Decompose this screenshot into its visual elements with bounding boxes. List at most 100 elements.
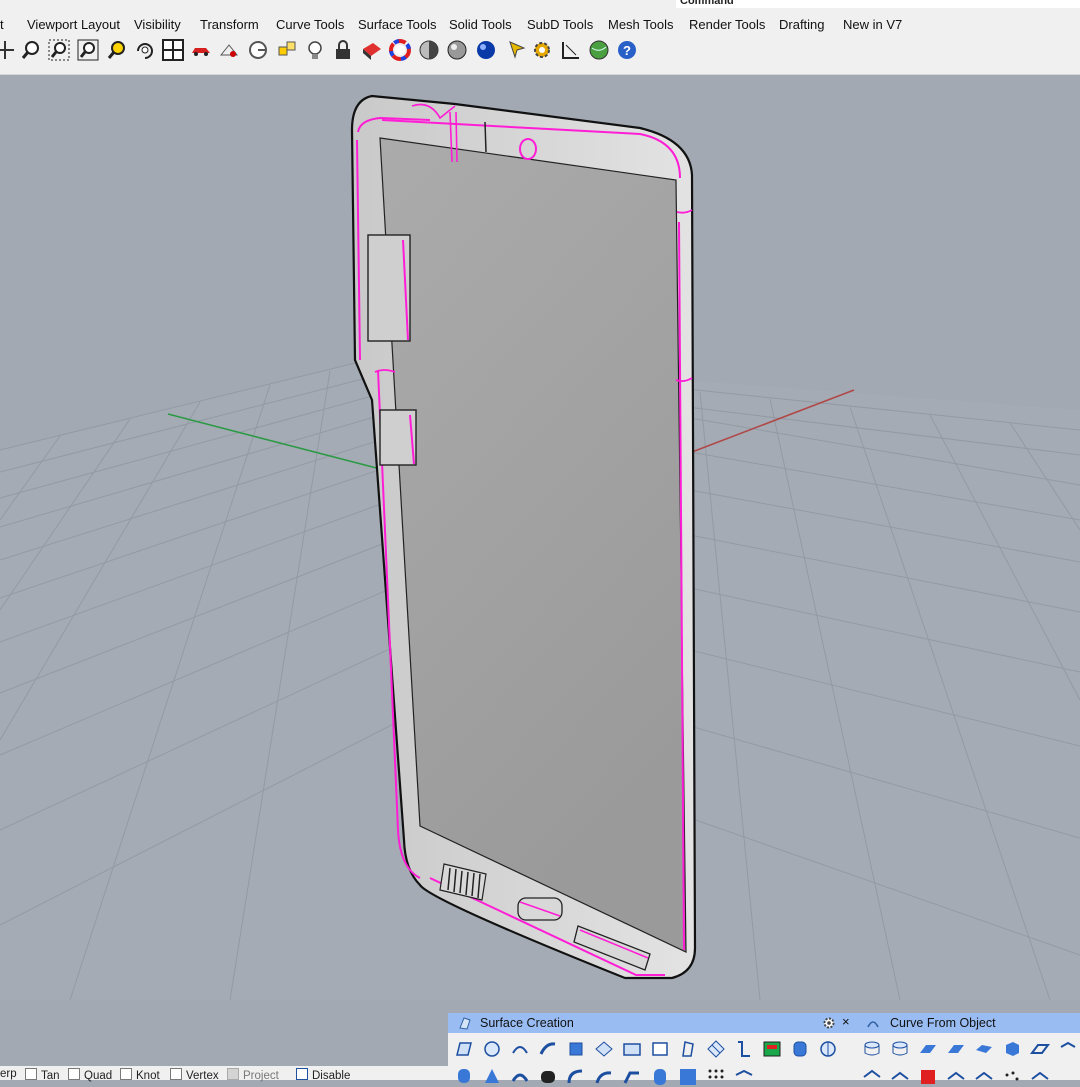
project-curve-icon[interactable]	[918, 1039, 938, 1059]
revolve-icon[interactable]	[818, 1039, 838, 1059]
zoom-icon[interactable]	[20, 39, 42, 61]
pointer-icon[interactable]	[506, 39, 528, 61]
cone-surface-icon[interactable]	[482, 1067, 502, 1087]
tab-layout[interactable]: t	[0, 8, 4, 35]
zoom-selected-icon[interactable]	[106, 39, 128, 61]
network-surface-icon[interactable]	[706, 1039, 726, 1059]
offset-surface-icon[interactable]	[594, 1067, 614, 1087]
duplicate-edge-icon[interactable]	[862, 1039, 882, 1059]
checkbox[interactable]	[227, 1068, 239, 1080]
power-button-cutout	[379, 409, 417, 466]
surface-creation-panel-header[interactable]: Surface Creation ×	[448, 1013, 858, 1033]
checkbox[interactable]	[120, 1068, 132, 1080]
dimension-icon[interactable]	[560, 39, 582, 61]
car-icon[interactable]	[190, 39, 212, 61]
extract-wireframe-icon[interactable]	[974, 1067, 994, 1087]
section-icon[interactable]	[1002, 1039, 1022, 1059]
rail-revolve-icon[interactable]	[510, 1067, 530, 1087]
point-grid-icon[interactable]	[706, 1067, 726, 1087]
checkbox[interactable]	[68, 1068, 80, 1080]
drape-icon[interactable]	[734, 1067, 754, 1087]
split-curve-icon[interactable]	[1030, 1067, 1050, 1087]
pan-icon[interactable]	[0, 39, 16, 61]
tab-subd-tools[interactable]: SubD Tools	[527, 8, 593, 35]
silhouette-icon[interactable]	[1030, 1039, 1050, 1059]
edge-surface-icon[interactable]	[678, 1039, 698, 1059]
checkbox[interactable]	[296, 1068, 308, 1080]
surface-creation-toolbar	[448, 1033, 858, 1085]
osnap-bar: erp Tan Quad Knot Vertex Project Disable	[0, 1066, 448, 1082]
osnap-label: Tan	[41, 1070, 60, 1082]
tab-surface-tools[interactable]: Surface Tools	[358, 8, 437, 35]
patch-icon[interactable]	[734, 1039, 754, 1059]
blend-surface-icon[interactable]	[538, 1067, 558, 1087]
zoom-extents-icon[interactable]	[77, 39, 99, 61]
color-wheel-icon[interactable]	[389, 39, 411, 61]
mesh-patch-icon[interactable]	[678, 1067, 698, 1087]
tab-drafting[interactable]: Drafting	[779, 8, 825, 35]
curve-from-object-panel-header[interactable]: Curve From Object	[858, 1013, 1080, 1033]
tab-transform[interactable]: Transform	[200, 8, 259, 35]
main-toolbar: ?	[0, 35, 1080, 75]
planar-surface-icon[interactable]	[594, 1039, 614, 1059]
layer-icon[interactable]	[276, 39, 298, 61]
heightfield-icon[interactable]	[762, 1039, 782, 1059]
gear-icon[interactable]	[531, 39, 553, 61]
curve-from-2-views-icon[interactable]	[1002, 1067, 1022, 1087]
wireframe-icon[interactable]	[890, 1067, 910, 1087]
pull-curve-icon[interactable]	[946, 1039, 966, 1059]
four-viewports-icon[interactable]	[162, 39, 184, 61]
blue-sphere-icon[interactable]	[475, 39, 497, 61]
help-icon[interactable]: ?	[616, 39, 638, 61]
phone-case-model[interactable]	[350, 94, 697, 980]
extract-isocurve-icon[interactable]	[1058, 1039, 1078, 1059]
extrude-curve-icon[interactable]	[790, 1039, 810, 1059]
chamfer-surface-icon[interactable]	[622, 1067, 642, 1087]
globe-icon[interactable]	[588, 39, 610, 61]
tab-render-tools[interactable]: Render Tools	[689, 8, 765, 35]
contour-icon[interactable]	[974, 1039, 994, 1059]
osnap-label: Vertex	[186, 1070, 219, 1082]
tab-curve-tools[interactable]: Curve Tools	[276, 8, 344, 35]
material-icon[interactable]	[361, 39, 383, 61]
sweep-icon[interactable]	[538, 1039, 558, 1059]
panel-title: Surface Creation	[480, 1016, 574, 1030]
rectangle-plane-icon[interactable]	[622, 1039, 642, 1059]
gear-icon[interactable]	[822, 1016, 836, 1030]
close-icon[interactable]: ×	[842, 1014, 850, 1029]
tab-solid-tools[interactable]: Solid Tools	[449, 8, 512, 35]
osnap-label: erp	[0, 1068, 17, 1080]
tube-icon[interactable]	[650, 1067, 670, 1087]
loft-icon[interactable]	[510, 1039, 530, 1059]
rendered-sphere-icon[interactable]	[446, 39, 468, 61]
surface-from-points-icon[interactable]	[454, 1039, 474, 1059]
curve-from-object-toolbar	[858, 1033, 1080, 1084]
osnap-label: Project	[243, 1070, 279, 1082]
checkbox[interactable]	[170, 1068, 182, 1080]
intersect-icon[interactable]	[946, 1067, 966, 1087]
outline-icon[interactable]	[918, 1067, 938, 1087]
tab-viewport-layout[interactable]: Viewport Layout	[27, 8, 120, 35]
perspective-viewport[interactable]	[0, 75, 1080, 1080]
panel-title: Curve From Object	[890, 1016, 996, 1030]
duplicate-border-icon[interactable]	[890, 1039, 910, 1059]
lock-icon[interactable]	[332, 39, 354, 61]
fillet-surface-icon[interactable]	[566, 1067, 586, 1087]
rotate-view-icon[interactable]	[134, 39, 156, 61]
tab-visibility[interactable]: Visibility	[134, 8, 181, 35]
zoom-window-icon[interactable]	[48, 39, 70, 61]
pipe-icon[interactable]	[454, 1067, 474, 1087]
checkbox[interactable]	[25, 1068, 37, 1080]
osnap-label: Knot	[136, 1070, 160, 1082]
tab-mesh-tools[interactable]: Mesh Tools	[608, 8, 674, 35]
sphere-surface-icon[interactable]	[482, 1039, 502, 1059]
tab-new-in-v7[interactable]: New in V7	[843, 8, 902, 35]
vertical-plane-icon[interactable]	[650, 1039, 670, 1059]
options-icon[interactable]	[247, 39, 269, 61]
light-icon[interactable]	[304, 39, 326, 61]
extrude-icon[interactable]	[566, 1039, 586, 1059]
shaded-sphere-icon[interactable]	[418, 39, 440, 61]
create-uv-curves-icon[interactable]	[862, 1067, 882, 1087]
osnap-perpendicular[interactable]: erp	[0, 1068, 17, 1080]
named-view-icon[interactable]	[218, 39, 240, 61]
